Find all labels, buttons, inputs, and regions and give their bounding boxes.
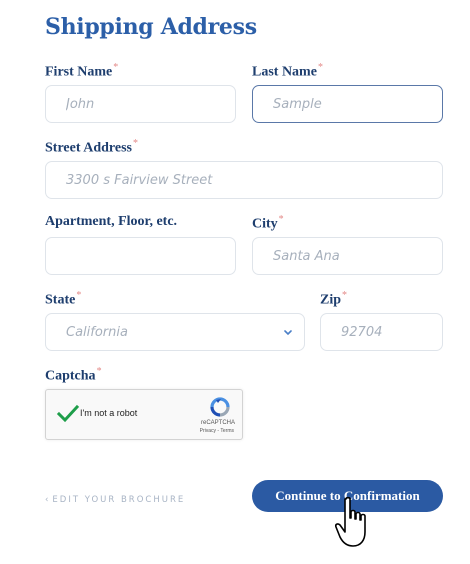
edit-brochure-label: EDIT YOUR BROCHURE xyxy=(52,495,186,505)
chevron-left-icon: ‹ xyxy=(45,495,51,505)
city-input[interactable] xyxy=(252,237,443,275)
hand-pointer-icon xyxy=(335,496,366,547)
captcha-checkbox-text: I'm not a robot xyxy=(80,408,138,418)
state-label: State* xyxy=(45,290,82,308)
apartment-input[interactable] xyxy=(45,237,236,275)
zip-input[interactable] xyxy=(320,313,443,351)
state-select[interactable]: California xyxy=(45,313,305,351)
captcha-checkbox[interactable] xyxy=(56,402,80,426)
city-label: City* xyxy=(252,214,284,232)
street-address-input[interactable] xyxy=(45,161,443,199)
chevron-down-icon xyxy=(284,326,292,339)
street-address-label: Street Address* xyxy=(45,138,138,156)
first-name-label: First Name* xyxy=(45,62,119,80)
last-name-label: Last Name* xyxy=(252,62,323,80)
recaptcha-logo-icon xyxy=(209,397,231,417)
recaptcha-widget: I'm not a robot reCAPTCHA Privacy - Term… xyxy=(45,389,243,440)
zip-label: Zip* xyxy=(320,290,348,308)
checkmark-icon xyxy=(56,404,80,423)
recaptcha-terms-link[interactable]: Privacy - Terms xyxy=(200,428,234,434)
last-name-input[interactable] xyxy=(252,85,443,123)
state-selected-value: California xyxy=(66,324,128,340)
apartment-label: Apartment, Floor, etc. xyxy=(45,214,178,229)
edit-brochure-link[interactable]: ‹ EDIT YOUR BROCHURE xyxy=(45,495,185,505)
captcha-label: Captcha* xyxy=(45,366,102,384)
page-title: Shipping Address xyxy=(45,14,257,40)
recaptcha-brand: reCAPTCHA xyxy=(200,420,235,426)
first-name-input[interactable] xyxy=(45,85,236,123)
